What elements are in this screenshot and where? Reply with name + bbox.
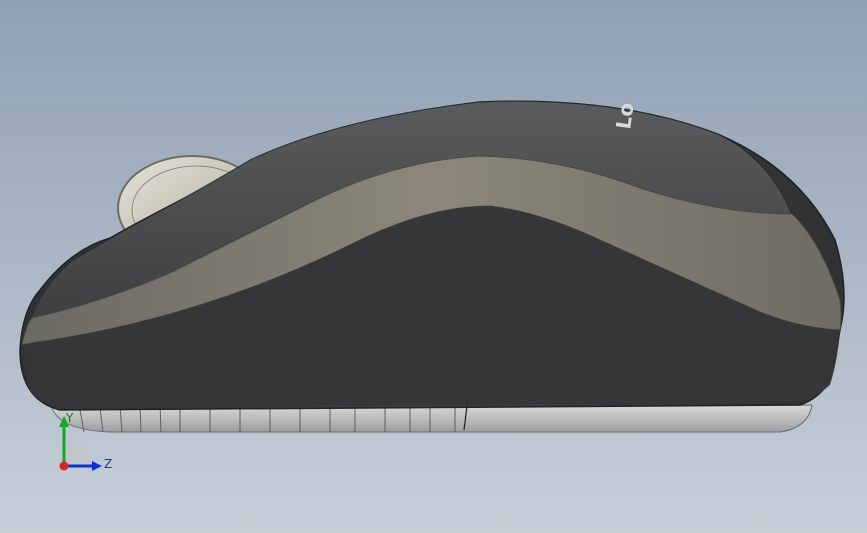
triad-shadow bbox=[64, 440, 96, 466]
3d-viewport[interactable]: Lo Y Z bbox=[0, 0, 867, 533]
y-axis-label: Y bbox=[65, 411, 74, 425]
z-axis-arrow bbox=[92, 461, 102, 471]
triad-origin bbox=[59, 461, 69, 471]
svg-text:Lo: Lo bbox=[611, 101, 638, 131]
logo-text: Lo bbox=[611, 101, 638, 131]
mouse-model[interactable]: Lo bbox=[0, 0, 867, 533]
coordinate-triad: Y Z bbox=[59, 411, 112, 471]
z-axis-label: Z bbox=[104, 457, 112, 471]
